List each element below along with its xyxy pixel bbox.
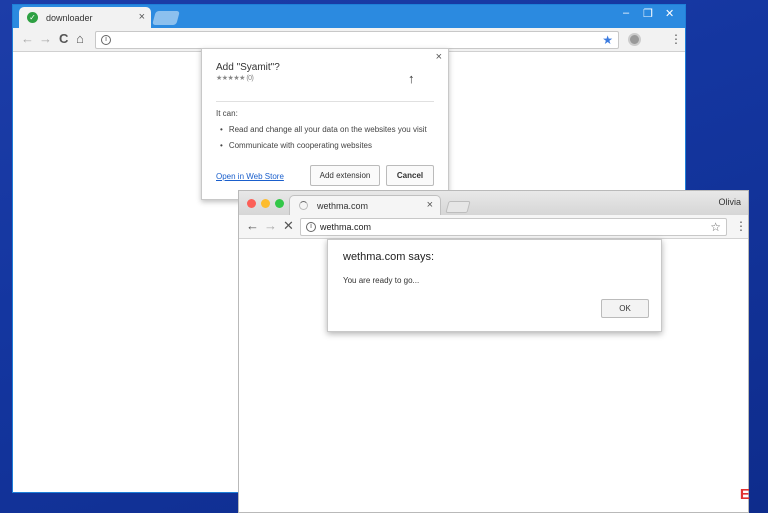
bookmark-star-icon[interactable]: ☆ [710,220,721,234]
title-bar[interactable]: wethma.com × Olivia [239,191,748,215]
restore-button[interactable]: ❐ [643,7,653,20]
cancel-button[interactable]: Cancel [386,165,434,186]
new-tab-button[interactable] [445,201,471,213]
permissions-heading: It can: [216,109,238,118]
minimize-traffic-light-icon[interactable] [261,199,270,208]
tab-close-button[interactable]: × [139,11,145,23]
ok-button[interactable]: OK [601,299,649,318]
reload-button[interactable]: C [59,32,68,46]
watermark-prefix: 2 [663,486,672,503]
add-extension-dialog: × Add "Syamit"? ★★★★★ (0) ↑ It can: Read… [201,48,449,200]
forward-button[interactable]: → [264,219,277,233]
close-traffic-light-icon[interactable] [247,199,256,208]
divider [216,101,434,102]
info-icon[interactable]: i [306,222,316,232]
watermark-middle: SPYWAR [671,486,740,503]
bookmark-star-icon[interactable]: ★ [602,33,613,47]
forward-button[interactable]: → [39,32,52,46]
dialog-close-button[interactable]: × [436,51,442,63]
home-button[interactable]: ⌂ [76,32,84,46]
tab-downloader[interactable]: ✓ downloader × [19,7,151,28]
address-bar[interactable]: i wethma.com ☆ [300,218,727,236]
info-icon[interactable]: i [101,35,111,45]
toolbar: ← → ✕ i wethma.com ☆ ⋮ [239,215,748,239]
shield-check-icon: ✓ [27,12,38,23]
alert-message: You are ready to go... [343,276,420,285]
back-button[interactable]: ← [246,219,259,233]
open-in-web-store-link[interactable]: Open in Web Store [216,172,284,181]
loading-spinner-icon [299,201,308,210]
minimize-button[interactable]: – [623,7,629,19]
permission-item: Read and change all your data on the web… [220,125,427,134]
browser-window-wethma: wethma.com × Olivia ← → ✕ i wethma.com ☆… [238,190,749,513]
tab-wethma[interactable]: wethma.com × [289,195,441,215]
title-bar[interactable]: ✓ downloader × – ❐ ✕ [13,5,685,28]
add-extension-button[interactable]: Add extension [310,165,380,186]
tab-title: wethma.com [317,201,369,211]
address-bar[interactable]: i ★ [95,31,619,49]
profile-name[interactable]: Olivia [718,197,741,207]
watermark-suffix: E [739,486,751,503]
close-window-button[interactable]: ✕ [665,7,674,20]
tab-close-button[interactable]: × [427,199,433,211]
arrow-up-icon: ↑ [408,71,415,86]
stop-button[interactable]: ✕ [283,219,294,233]
permission-item: Communicate with cooperating websites [220,141,372,150]
zoom-traffic-light-icon[interactable] [275,199,284,208]
watermark-logo: 2SPYWARE [663,486,750,503]
menu-icon[interactable]: ⋮ [670,32,682,46]
extension-icon[interactable] [628,33,641,46]
back-button[interactable]: ← [21,32,34,46]
alert-title: wethma.com says: [343,251,435,263]
tab-title: downloader [46,13,93,23]
new-tab-button[interactable] [152,11,180,25]
menu-icon[interactable]: ⋮ [735,219,747,233]
dialog-heading: Add "Syamit"? [216,62,280,73]
star-rating: ★★★★★ (0) [216,75,254,82]
javascript-alert-dialog: wethma.com says: You are ready to go... … [327,239,662,332]
url-text: wethma.com [320,222,372,232]
